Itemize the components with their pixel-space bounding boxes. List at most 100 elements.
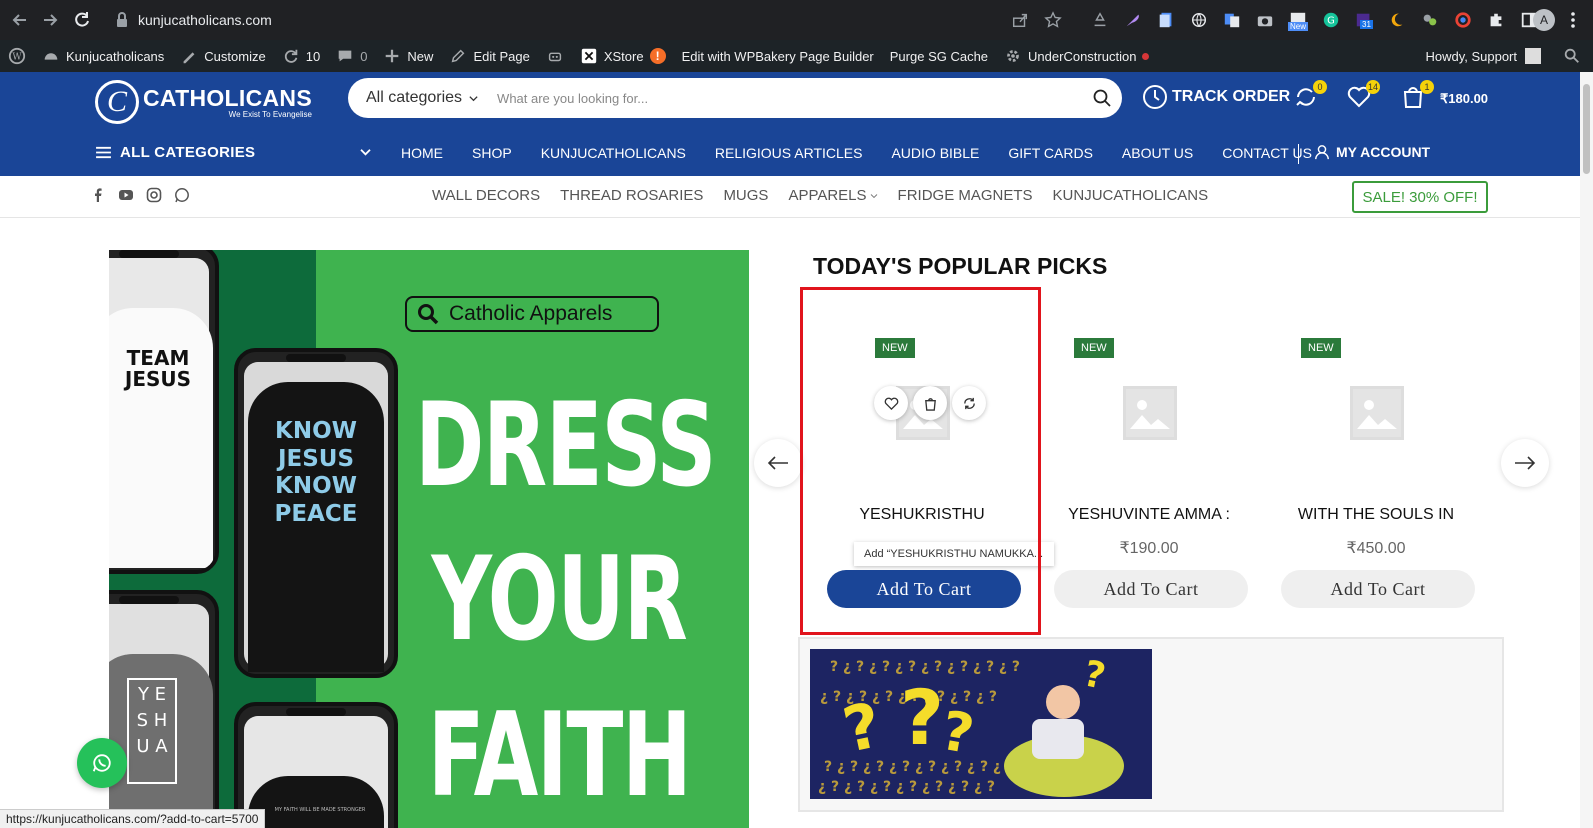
search-input[interactable] xyxy=(497,90,1082,106)
nav-shop[interactable]: SHOP xyxy=(472,145,512,161)
shirt2-line-3: KNOW xyxy=(275,473,357,500)
admin-under-construction[interactable]: UnderConstruction xyxy=(996,40,1157,72)
instagram-icon[interactable] xyxy=(146,187,162,203)
sale-button[interactable]: SALE! 30% OFF! xyxy=(1352,181,1488,213)
wordpress-logo-menu[interactable]: W xyxy=(0,40,34,72)
shirt2-line-1: KNOW xyxy=(275,418,357,444)
admin-search-icon[interactable] xyxy=(1563,47,1581,65)
search-icon[interactable] xyxy=(1082,78,1122,118)
page-scrollbar[interactable] xyxy=(1580,72,1593,828)
recycle-extension-icon[interactable] xyxy=(1090,10,1110,30)
xstore-warning-icon: ! xyxy=(649,48,666,64)
popular-picks-title: TODAY'S POPULAR PICKS xyxy=(813,253,1108,279)
quill-extension-icon[interactable] xyxy=(1123,10,1143,30)
whatsapp-icon xyxy=(91,752,113,774)
admin-site-name[interactable]: Kunjucatholicans xyxy=(34,40,172,72)
forward-arrow-icon[interactable] xyxy=(40,10,60,30)
selection-highlight-box xyxy=(800,287,1041,635)
new-extension-icon[interactable]: New xyxy=(1288,10,1309,31)
admin-wpbakery[interactable]: Edit with WPBakery Page Builder xyxy=(674,40,882,72)
search-category-select[interactable]: All categories xyxy=(348,89,497,107)
add-to-cart-button[interactable]: Add To Cart xyxy=(1054,570,1248,608)
track-order-link[interactable]: TRACK ORDER xyxy=(1142,84,1290,110)
admin-updates[interactable]: 10 xyxy=(274,40,328,72)
admin-avatar[interactable] xyxy=(1525,48,1541,64)
youtube-icon[interactable] xyxy=(118,187,134,203)
all-categories-menu[interactable]: ALL CATEGORIES xyxy=(95,144,372,161)
translate-extension-icon[interactable] xyxy=(1222,10,1242,30)
admin-edit-page[interactable]: Edit Page xyxy=(441,40,537,72)
nav-kunjucatholicans[interactable]: KUNJUCATHOLICANS xyxy=(541,145,686,161)
product-card-3[interactable]: NEW WITH THE SOULS IN ₹450.00 Add To Car… xyxy=(1281,290,1491,620)
whatsapp-icon[interactable] xyxy=(174,187,190,203)
grammarly-icon[interactable]: G xyxy=(1321,10,1341,30)
phone-mockup-1: TEAM JESUS xyxy=(109,250,219,574)
admin-comments[interactable]: 0 xyxy=(328,40,375,72)
subnav-fridge-magnets[interactable]: FRIDGE MAGNETS xyxy=(898,187,1033,204)
cart-total[interactable]: ₹180.00 xyxy=(1440,91,1488,107)
address-url[interactable]: kunjucatholicans.com xyxy=(138,12,272,28)
docs-extension-icon[interactable] xyxy=(1156,10,1176,30)
dashboard-icon xyxy=(42,47,60,65)
lock-icon[interactable] xyxy=(112,10,132,30)
scrollbar-thumb[interactable] xyxy=(1583,84,1590,174)
reload-icon[interactable] xyxy=(72,10,92,30)
carousel-next-arrow-icon[interactable] xyxy=(1501,439,1549,487)
admin-howdy[interactable]: Howdy, Support xyxy=(1425,49,1517,64)
admin-purge-cache[interactable]: Purge SG Cache xyxy=(882,40,996,72)
nav-religious-articles[interactable]: RELIGIOUS ARTICLES xyxy=(715,145,863,161)
camera-extension-icon[interactable] xyxy=(1255,10,1275,30)
moon-extension-icon[interactable] xyxy=(1387,10,1407,30)
banner-word-your: YOUR xyxy=(431,532,688,667)
whatsapp-chat-button[interactable] xyxy=(77,738,127,788)
admin-customize[interactable]: Customize xyxy=(172,40,273,72)
nav-audio-bible[interactable]: AUDIO BIBLE xyxy=(891,145,979,161)
product-name[interactable]: YESHUVINTE AMMA : xyxy=(1054,506,1244,524)
extensions-puzzle-icon[interactable] xyxy=(1486,10,1506,30)
color-picker-extension-icon[interactable] xyxy=(1453,10,1473,30)
wishlist-count-badge: 14 xyxy=(1365,80,1380,94)
compare-icon[interactable]: 0 xyxy=(1293,80,1327,110)
calendar-extension-icon[interactable]: 31 xyxy=(1354,10,1374,30)
new-extension-label: New xyxy=(1288,22,1309,31)
nav-gift-cards[interactable]: GIFT CARDS xyxy=(1008,145,1093,161)
wishlist-heart-icon[interactable]: 14 xyxy=(1346,80,1380,110)
add-to-cart-button[interactable]: Add To Cart xyxy=(1281,570,1475,608)
subnav-thread-rosaries[interactable]: THREAD ROSARIES xyxy=(560,187,703,204)
nav-about-us[interactable]: ABOUT US xyxy=(1122,145,1193,161)
admin-new[interactable]: New xyxy=(375,40,441,72)
share-icon[interactable] xyxy=(1010,10,1030,30)
subnav-kunjucatholicans[interactable]: KUNJUCATHOLICANS xyxy=(1053,187,1209,204)
all-categories-label: ALL CATEGORIES xyxy=(120,144,256,161)
cart-bag-icon[interactable]: 1 xyxy=(1400,80,1434,110)
chevron-down-icon xyxy=(359,148,372,157)
promo-banner[interactable]: TEAM JESUS KNOW JESUS KNOW PEACE Y E S H… xyxy=(109,250,749,828)
globe-extension-icon[interactable] xyxy=(1189,10,1209,30)
my-account-link[interactable]: MY ACCOUNT xyxy=(1314,144,1430,160)
product-name[interactable]: WITH THE SOULS IN xyxy=(1281,506,1471,524)
subnav-wall-decors[interactable]: WALL DECORS xyxy=(432,187,540,204)
browser-menu-icon[interactable] xyxy=(1567,10,1579,30)
comment-icon xyxy=(336,47,354,65)
facebook-icon[interactable] xyxy=(90,187,106,203)
site-logo[interactable]: C CATHOLICANS We Exist To Evangelise xyxy=(95,80,312,124)
carousel-prev-arrow-icon[interactable] xyxy=(754,439,802,487)
product-placeholder-image[interactable] xyxy=(1123,386,1177,440)
admin-robot[interactable] xyxy=(538,40,572,72)
new-badge: NEW xyxy=(1301,338,1341,358)
product-placeholder-image[interactable] xyxy=(1350,386,1404,440)
question-marks-image[interactable]: ? ¿ ? ¿ ? ¿ ? ¿ ? ¿ ? ¿ ? ¿ ? ¿ ? ¿ ? ¿ … xyxy=(810,649,1152,799)
puzzle-group-extension-icon[interactable] xyxy=(1420,10,1440,30)
plus-icon xyxy=(383,47,401,65)
calendar-extension-label: 31 xyxy=(1360,20,1373,29)
subnav-mugs[interactable]: MUGS xyxy=(723,187,768,204)
new-badge: NEW xyxy=(1074,338,1114,358)
subnav-apparels[interactable]: APPARELS xyxy=(788,187,877,204)
profile-avatar[interactable]: A xyxy=(1533,9,1555,31)
bookmark-star-icon[interactable] xyxy=(1043,10,1063,30)
product-search-bar: All categories xyxy=(348,78,1122,118)
back-arrow-icon[interactable] xyxy=(10,10,30,30)
admin-xstore[interactable]: XStore ! xyxy=(572,40,674,72)
product-card-2[interactable]: NEW YESHUVINTE AMMA : ₹190.00 Add To Car… xyxy=(1054,290,1264,620)
nav-home[interactable]: HOME xyxy=(401,145,443,161)
